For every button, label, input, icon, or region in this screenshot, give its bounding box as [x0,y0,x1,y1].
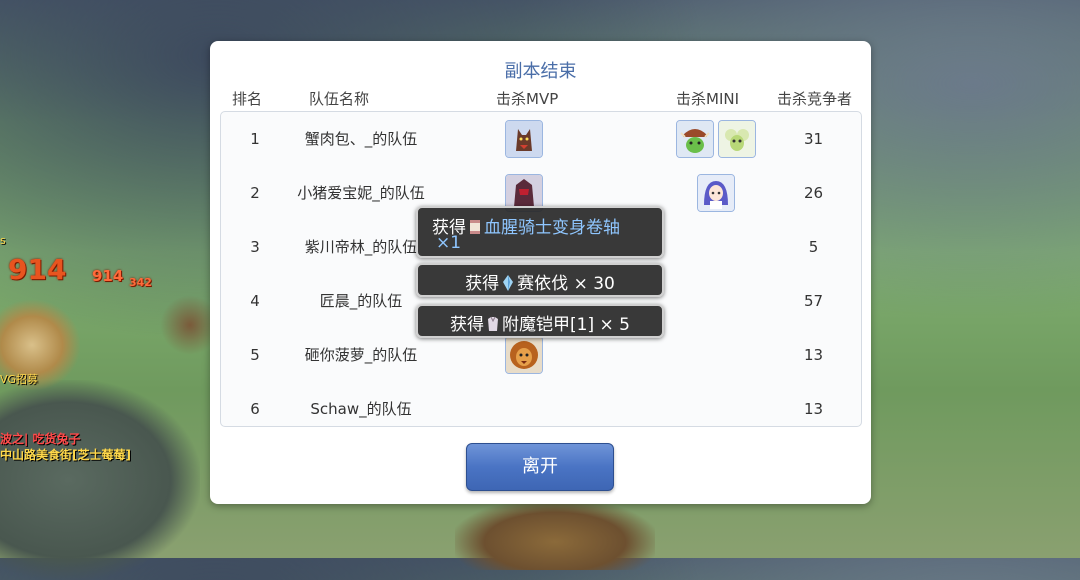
reward-item-name: 血腥骑士变身卷轴 [484,218,620,238]
lion-mvp-icon[interactable] [505,336,543,374]
kills-cell: 13 [803,346,824,364]
reward-quantity: ×1 [436,233,462,253]
background-recruit-tag: VG招募 [0,373,39,386]
panel-title: 副本结束 [504,61,577,82]
background-tag: s [0,234,6,247]
reward-label: 获得 [450,315,485,335]
rank-cell: 5 [250,346,260,364]
background-rock [0,380,200,580]
reward-quantity: × 5 [599,315,630,335]
reward-item-name: 附魔铠甲[1] [502,315,595,335]
damage-number-tiny: 342 [129,276,152,289]
player-guild-label: 中山路美食街[芝士莓莓] [0,448,131,462]
kills-cell: 26 [803,184,824,202]
leave-button[interactable]: 离开 [466,443,614,491]
armor-icon [486,315,500,333]
rank-cell: 6 [250,400,260,418]
kills-cell: 57 [803,292,824,310]
player-character [455,500,655,570]
reward-toast: 获得 附魔铠甲[1] × 5 [416,304,664,338]
header-team: 队伍名称 [309,90,370,108]
player-name-label: 波之| 吃货兔子 [0,432,81,446]
scroll-icon [468,218,482,236]
table-row: 6 Schaw_的队伍 13 [221,382,861,436]
girl-mini-icon[interactable] [697,174,735,212]
reward-quantity: × 30 [573,274,615,294]
crystal-icon [501,274,515,292]
bug-mini-icon[interactable] [718,120,756,158]
reward-item-name: 赛依伐 [517,274,569,294]
header-mini: 击杀MINI [676,90,740,108]
kills-cell: 5 [808,238,819,256]
kills-cell: 31 [803,130,824,148]
rank-cell: 2 [250,184,260,202]
header-kills: 击杀竞争者 [777,90,853,108]
reward-toast: 获得 赛依伐 × 30 [416,263,664,297]
kills-cell: 13 [803,400,824,418]
damage-number-small: 914 [92,267,124,285]
header-rank: 排名 [232,90,263,108]
damage-number-big: 914 [8,253,67,286]
header-mvp: 击杀MVP [496,90,559,108]
rank-cell: 4 [250,292,260,310]
goblin-mini-icon[interactable] [676,120,714,158]
rank-cell: 1 [250,130,260,148]
rank-cell: 3 [250,238,260,256]
wolf-mvp-icon[interactable] [505,120,543,158]
table-row: 1 蟹肉包、_的队伍 31 [221,112,861,166]
team-name-cell: Schaw_的队伍 [310,400,412,418]
reward-toast: 获得 血腥骑士变身卷轴 ×1 [416,206,664,258]
team-name-cell: 蟹肉包、_的队伍 [304,130,418,148]
reward-label: 获得 [465,274,500,294]
